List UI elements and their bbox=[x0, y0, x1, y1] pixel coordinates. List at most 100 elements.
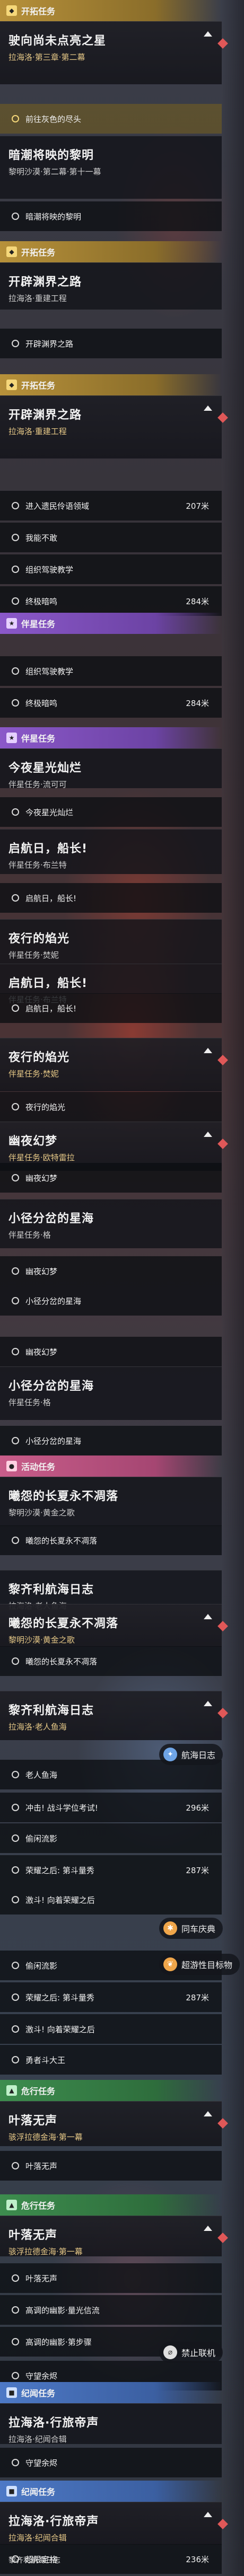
quest-objective-row[interactable]: 幽夜幻梦 bbox=[0, 1163, 222, 1193]
quest-card[interactable]: 拉海洛·行旅帝声 拉海洛·纪闻合辑 bbox=[0, 2502, 228, 2545]
quest-subtitle: 骇浮拉德金海·第一幕 bbox=[8, 2247, 83, 2256]
quest-objective-row[interactable]: 激斗! 向着荣耀之后 bbox=[0, 2014, 222, 2044]
quest-objective-row[interactable]: 荣耀之后: 第斗量秀 287米 bbox=[0, 1982, 222, 2012]
objective-label: 冲击! 战斗学位考试! bbox=[25, 1803, 98, 1813]
quest-card[interactable]: 曦怨的长夏永不凋落 黎明沙漠·黄金之歌 bbox=[0, 1477, 222, 1526]
quest-objective-row[interactable]: 曦怨的长夏永不凋落 bbox=[0, 1646, 222, 1676]
collapse-chevron-icon[interactable] bbox=[204, 1614, 212, 1619]
quest-category-header[interactable]: ▲ 危行任务 bbox=[0, 2194, 222, 2216]
quest-objective-row[interactable]: 荣耀之后: 第斗量秀 287米 bbox=[0, 1855, 222, 1885]
floating-tag-pill[interactable]: ✦ 航海日志 bbox=[159, 1744, 223, 1765]
quest-title: 启航日，船长! bbox=[8, 842, 88, 855]
objective-ring-icon bbox=[12, 2338, 19, 2345]
quest-card[interactable]: 启航日，船长!伴星任务·布兰特 bbox=[0, 964, 222, 1004]
collapse-chevron-icon[interactable] bbox=[204, 31, 212, 37]
quest-objective-row[interactable]: 启航日，船长! bbox=[0, 993, 222, 1023]
quest-objective-row[interactable]: 组织驾驶教学 bbox=[0, 554, 222, 584]
map-icon: ✦ bbox=[163, 1748, 177, 1761]
quest-objective-row[interactable]: 进入遗民伶语领域 207米 bbox=[0, 491, 222, 521]
objective-label: 曦怨的长夏永不凋落 bbox=[25, 1536, 98, 1546]
quest-objective-row[interactable]: 叶落无声 bbox=[0, 2151, 222, 2181]
collapse-chevron-icon[interactable] bbox=[204, 1048, 212, 1053]
collapse-chevron-icon[interactable] bbox=[204, 2512, 212, 2517]
quest-objective-row[interactable]: 夜行的焰光 bbox=[0, 1092, 222, 1122]
quest-objective-row[interactable]: 守望余烬 bbox=[0, 2448, 222, 2477]
quest-objective-row[interactable]: 终极暗鸣 284米 bbox=[0, 586, 222, 616]
quest-card[interactable]: 小径分岔的星海 伴星任务·格 bbox=[0, 1199, 222, 1248]
quest-objective-row[interactable]: 组织驾驶教学 bbox=[0, 656, 222, 686]
objective-ring-icon bbox=[12, 2056, 19, 2063]
objective-ring-icon bbox=[12, 1537, 19, 1544]
objective-label: 我能不敢 bbox=[25, 533, 58, 543]
quest-objective-row[interactable]: 叶落无声 bbox=[0, 2263, 222, 2293]
quest-objective-row[interactable]: 曦怨的长夏永不凋落 bbox=[0, 1525, 222, 1555]
quest-objective-row[interactable]: 启航日，船长! bbox=[0, 883, 222, 913]
quest-card[interactable]: 开辟渊界之路 拉海洛·重建工程 bbox=[0, 262, 222, 310]
quest-category-header[interactable]: ■ 纪闻任务 bbox=[0, 2481, 222, 2502]
collapse-chevron-icon[interactable] bbox=[204, 2111, 212, 2116]
quest-card[interactable]: 暗潮将映的黎明 黎明沙漠·第二幕·第十一幕 bbox=[0, 136, 222, 199]
quest-card[interactable]: 驶向尚未点亮之星 拉海洛·第三章·第二幕 bbox=[0, 21, 228, 84]
objective-distance: 287米 bbox=[186, 1992, 209, 2002]
quest-objective-row[interactable]: 冲击! 战斗学位考试! 296米 bbox=[0, 1793, 222, 1822]
quest-card[interactable]: 叶落无声 骇浮拉德金海·第一幕 bbox=[0, 2216, 228, 2256]
quest-objective-row[interactable]: 高调的幽影·量光信流 bbox=[0, 2295, 222, 2325]
quest-card[interactable]: 夜行的焰光 伴星任务·焚妮 bbox=[0, 1038, 228, 1091]
quest-objective-row[interactable]: 激斗! 向着荣耀之后 bbox=[0, 1885, 222, 1915]
quest-title: 夜行的焰光 bbox=[8, 932, 70, 946]
quest-category-header[interactable]: ★ 伴星任务 bbox=[0, 727, 222, 748]
quest-category-header[interactable]: ◆ 开拓任务 bbox=[0, 374, 222, 395]
collapse-chevron-icon[interactable] bbox=[204, 2226, 212, 2231]
quest-objective-row[interactable]: 幽夜幻梦 bbox=[0, 1256, 222, 1286]
quest-objective-row[interactable]: 我能不敢 bbox=[0, 523, 222, 552]
quest-objective-row[interactable]: 今夜星光灿烂 bbox=[0, 797, 222, 827]
quest-category-header[interactable]: ◆ 开拓任务 bbox=[0, 241, 222, 262]
quest-category-header[interactable]: ■ 纪闻任务 bbox=[0, 2382, 222, 2403]
quest-card[interactable]: 曦怨的长夏永不凋落 黎明沙漠·黄金之歌 bbox=[0, 1604, 228, 1647]
quest-objective-row[interactable]: 开辟渊界之路 bbox=[0, 329, 222, 358]
collapse-chevron-icon[interactable] bbox=[204, 1701, 212, 1706]
quest-category-header[interactable]: ◆ 开拓任务 bbox=[0, 0, 222, 21]
objective-label: 幽夜幻梦 bbox=[25, 1347, 58, 1357]
quest-card[interactable]: 黎齐利航海日志拉海洛·老人鱼海 bbox=[0, 1570, 222, 1611]
collapse-chevron-icon[interactable] bbox=[204, 405, 212, 411]
quest-objective-row[interactable]: 偷闲流影 bbox=[0, 1823, 222, 1853]
quest-title: 开辟渊界之路 bbox=[8, 409, 82, 422]
quest-objective-row[interactable]: 小径分岔的星海 bbox=[0, 1286, 222, 1316]
quest-category-header[interactable]: ● 活动任务 bbox=[0, 1455, 222, 1477]
quest-card[interactable]: 黎齐利航海日志拉海洛·老人鱼海 bbox=[0, 1691, 228, 1740]
quest-card[interactable]: 启航日，船长! 伴星任务·布兰特 bbox=[0, 829, 222, 874]
objective-ring-icon bbox=[12, 1348, 19, 1355]
quest-category-header[interactable]: ★ 伴星任务 bbox=[0, 613, 222, 634]
quest-title: 开辟渊界之路 bbox=[8, 276, 82, 289]
quest-card[interactable]: 今夜星光灿烂 伴星任务·流可可 bbox=[0, 748, 222, 789]
quest-objective-row[interactable]: 小径分岔的星海 bbox=[0, 1426, 222, 1455]
quest-card[interactable]: 小径分岔的星海 伴星任务·格 bbox=[0, 1366, 222, 1420]
floating-tag-pill[interactable]: ❦ 超游性目标物 bbox=[159, 1954, 240, 1975]
floating-tag-pill[interactable]: ✱ 同车庆典 bbox=[159, 1918, 223, 1939]
quest-card[interactable]: 拉海洛·行旅帝声 拉海洛·纪闻合辑 bbox=[0, 2403, 222, 2444]
category-label: 纪闻任务 bbox=[21, 2487, 56, 2497]
category-label: 危行任务 bbox=[21, 2086, 56, 2096]
floating-tag-pill[interactable]: ⌀ 禁止联机 bbox=[159, 2342, 223, 2363]
quest-objective-row[interactable]: 终极暗鸣 284米 bbox=[0, 688, 222, 718]
objective-ring-icon bbox=[12, 566, 19, 573]
objective-label: 幽夜幻梦 bbox=[25, 1266, 58, 1276]
quest-category-header[interactable]: ▲ 危行任务 bbox=[0, 2080, 222, 2101]
quest-card[interactable]: 开辟渊界之路 拉海洛·重建工程 bbox=[0, 395, 228, 458]
quest-subtitle: 伴星任务·布兰特 bbox=[8, 860, 67, 870]
quest-card[interactable]: 夜行的焰光 伴星任务·焚妮 bbox=[0, 919, 222, 964]
quest-objective-row[interactable]: 前往灰色的尽头 bbox=[0, 104, 222, 134]
star-icon: ✱ bbox=[163, 1921, 177, 1935]
quest-title: 暗潮将映的黎明 bbox=[8, 149, 94, 162]
category-icon: ★ bbox=[6, 618, 17, 629]
objective-label: 高调的幽影·量光信流 bbox=[25, 2305, 100, 2315]
quest-card[interactable]: 叶落无声 骇浮拉德金海·第一幕 bbox=[0, 2101, 228, 2146]
category-label: 危行任务 bbox=[21, 2201, 56, 2211]
quest-objective-row[interactable]: 勇者斗大王 bbox=[0, 2045, 222, 2075]
category-icon: ◆ bbox=[6, 246, 17, 257]
collapse-chevron-icon[interactable] bbox=[204, 1132, 212, 1137]
quest-objective-row[interactable]: 幽夜幻梦 bbox=[0, 1337, 222, 1366]
objective-ring-icon bbox=[12, 1437, 19, 1444]
quest-objective-row[interactable]: 暗潮将映的黎明 bbox=[0, 201, 222, 231]
